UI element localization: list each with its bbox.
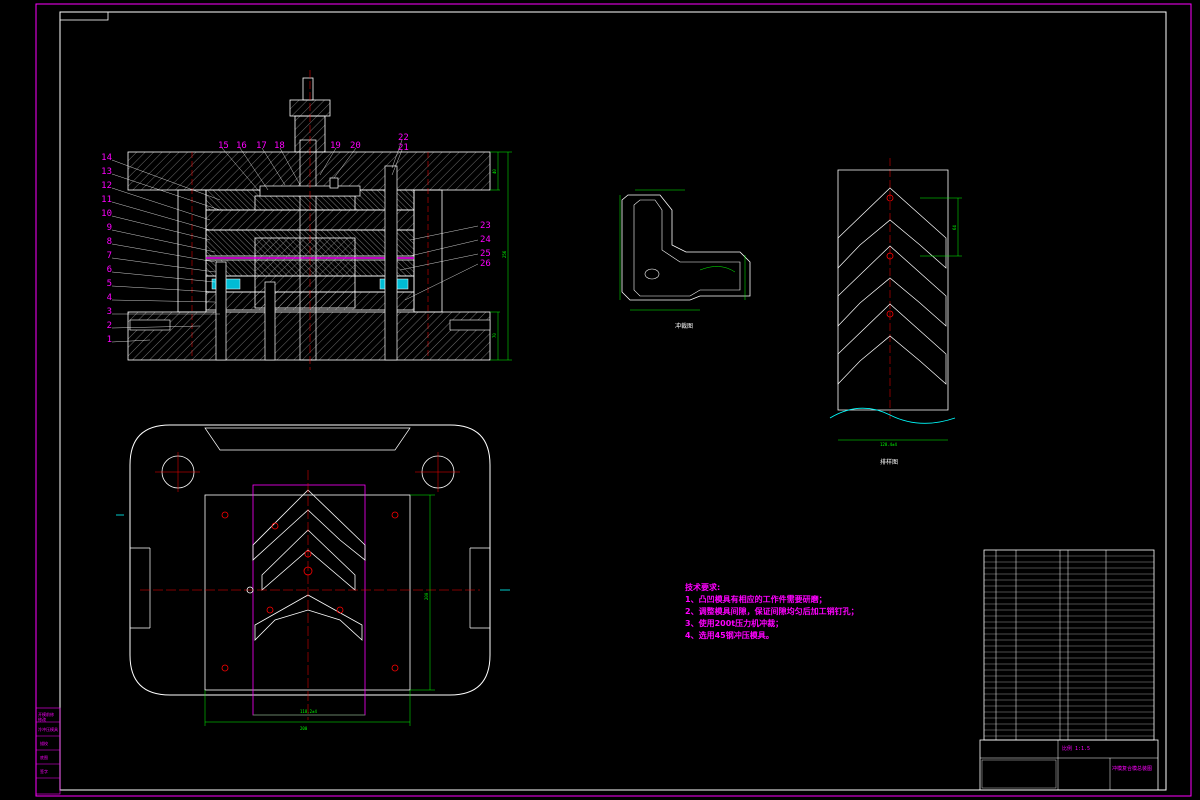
part-no: 17: [256, 141, 267, 151]
part-no: 2: [107, 321, 112, 331]
part-no: 21: [398, 143, 409, 153]
note-item: 4、选用45钢冲压模具。: [685, 630, 774, 640]
section-view: 40 256 70: [127, 70, 512, 370]
dim-strip-width: 128.4±4: [880, 442, 897, 447]
dim-total-height: 256: [502, 250, 507, 258]
note-item: 2、调整模具间隙，保证间隙均匀后加工销钉孔；: [685, 606, 859, 617]
part-no: 6: [107, 265, 112, 275]
part-no: 5: [107, 279, 112, 289]
technical-notes: 技术要求: 1、凸凹模具有相应的工作件需要研磨； 2、调整模具间隙，保证间隙均匀…: [685, 582, 859, 640]
note-item: 3、使用200t压力机冲裁；: [685, 618, 783, 629]
parts-list-table: 比例 1:1.5 冲模复合模总装图: [979, 549, 1159, 791]
margin-label: 冷冲压模具: [38, 726, 58, 732]
part-no: 19: [330, 141, 341, 151]
drawing-title: 冲模复合模总装图: [1112, 765, 1152, 772]
dim-strip-pitch: 64: [952, 225, 957, 230]
part-no: 18: [274, 141, 285, 151]
part-no: 22: [398, 133, 409, 143]
part-no: 12: [101, 181, 112, 191]
dim-plan-strip: 118.2±4: [300, 709, 317, 714]
part-no: 3: [107, 307, 112, 317]
dim-plan-width: 200: [300, 726, 308, 731]
part-no: 16: [236, 141, 247, 151]
dim-plan-height: 200: [424, 592, 429, 600]
strip-label: 排样图: [880, 458, 898, 466]
corner-box: [59, 11, 109, 21]
part-no: 26: [480, 259, 491, 269]
margin-labels: 开模前修 修改 冷冲压模具 描校 底图 签字: [35, 707, 61, 795]
part-no: 1: [107, 335, 112, 345]
inner-border: [59, 11, 1167, 791]
part-no: 24: [480, 235, 491, 245]
strip-layout-view: 64 128.4±4 排样图: [829, 158, 962, 466]
cad-drawing-canvas: 40 256 70 14 13 12 11 10 9 8 7 6 5 4 3 2…: [35, 3, 1192, 797]
part-no: 4: [107, 293, 112, 303]
part-no: 25: [480, 249, 491, 259]
scale-note: 比例 1:1.5: [1062, 745, 1090, 752]
dim-top-plate: 40: [492, 169, 497, 174]
blank-label: 冲裁图: [675, 322, 693, 330]
margin-label: 签字: [40, 768, 48, 774]
part-no: 11: [101, 195, 112, 205]
notes-heading: 技术要求:: [685, 582, 720, 592]
part-no: 15: [218, 141, 229, 151]
part-no: 14: [101, 153, 112, 163]
part-no: 13: [101, 167, 112, 177]
blank-part-view: 冲裁图: [619, 189, 751, 330]
outer-border: [35, 3, 1192, 797]
part-no: 8: [107, 237, 112, 247]
part-no: 9: [107, 223, 112, 233]
dim-bottom-plate: 70: [492, 333, 497, 338]
part-no: 20: [350, 141, 361, 151]
margin-label: 修改: [38, 716, 46, 722]
part-no: 23: [480, 221, 491, 231]
part-no: 7: [107, 251, 112, 261]
margin-label: 底图: [40, 754, 48, 760]
part-no: 10: [101, 209, 112, 219]
plan-view: 200 118.2±4 200: [116, 424, 510, 731]
note-item: 1、凸凹模具有相应的工作件需要研磨；: [685, 594, 827, 605]
margin-label: 描校: [40, 740, 48, 746]
